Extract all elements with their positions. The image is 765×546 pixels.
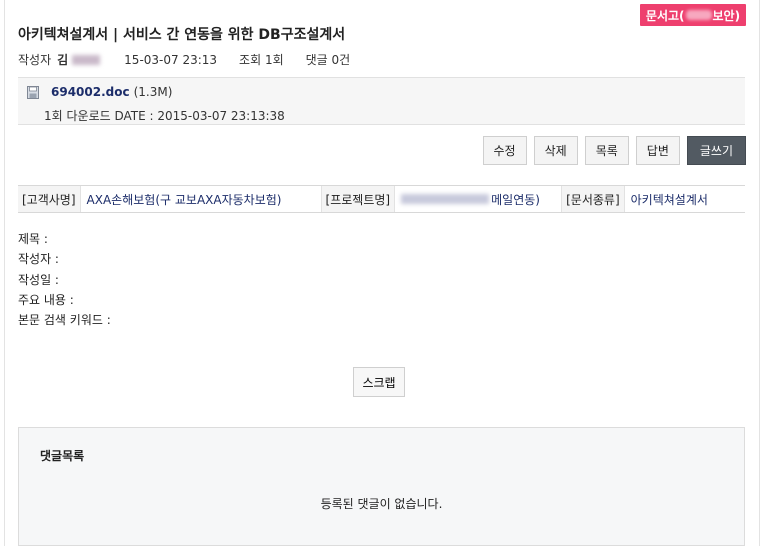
attachment-download-link[interactable]: 694002.doc: [51, 85, 130, 99]
scrap-button[interactable]: 스크랩: [353, 367, 405, 397]
attachment-box: 694002.doc (1.3M) 1회 다운로드 DATE : 2015-03…: [18, 77, 745, 125]
field-writer: 작성자 :: [18, 252, 59, 267]
reply-button[interactable]: 답변: [635, 136, 680, 165]
page-title: 아키텍쳐설계서 | 서비스 간 연동을 위한 DB구조설계서: [18, 27, 346, 43]
field-main-content: 주요 내용 :: [18, 292, 74, 307]
doctype-label: [문서종류]: [561, 186, 625, 212]
customer-label: [고객사명]: [18, 186, 81, 212]
redacted-project: [401, 194, 490, 204]
field-subject: 제목 :: [18, 232, 48, 246]
post-meta: 작성자 김 15-03-07 23:13 조회 1회 댓글 0건: [18, 51, 350, 68]
attachment-file: 694002.doc (1.3M): [27, 85, 172, 99]
edit-button[interactable]: 수정: [482, 136, 527, 165]
floppy-disk-icon: [27, 85, 39, 99]
category-badge[interactable]: 문서고( 보안): [640, 4, 746, 26]
comment-count: 댓글 0건: [305, 53, 351, 67]
comments-panel: 댓글목록 등록된 댓글이 없습니다.: [18, 427, 745, 546]
project-value-suffix: 메일연동): [491, 192, 540, 207]
post-date: 15-03-07 23:13: [124, 52, 218, 67]
project-label: [프로젝트명]: [320, 186, 396, 212]
document-fields: 제목 : 작성자 : 작성일 : 주요 내용 : 본문 검색 키워드 :: [18, 229, 111, 330]
comments-empty-message: 등록된 댓글이 없습니다.: [320, 497, 443, 511]
document-info-bar: [고객사명] AXA손해보험(구 교보AXA자동차보험) [프로젝트명] 메일연…: [18, 185, 745, 213]
author-name: 김: [57, 53, 69, 67]
view-count: 조회 1회: [239, 53, 284, 67]
doctype-value: 아키텍쳐설계서: [630, 192, 708, 207]
delete-button[interactable]: 삭제: [533, 136, 578, 165]
redacted-text: [685, 10, 712, 20]
field-keywords: 본문 검색 키워드 :: [18, 313, 111, 328]
attachment-size: (1.3M): [133, 85, 173, 99]
write-button[interactable]: 글쓰기: [686, 136, 746, 165]
redacted-author: [72, 54, 101, 65]
customer-value: AXA손해보험(구 교보AXA자동차보험): [86, 192, 282, 207]
badge-suffix: 보안): [712, 8, 741, 23]
badge-prefix: 문서고(: [645, 8, 685, 23]
action-toolbar: 수정 삭제 목록 답변 글쓰기: [482, 136, 746, 165]
download-info: 1회 다운로드 DATE : 2015-03-07 23:13:38: [44, 109, 285, 123]
author-label: 작성자: [18, 53, 52, 67]
field-date: 작성일 :: [18, 272, 59, 287]
comments-heading: 댓글목록: [40, 449, 85, 463]
list-button[interactable]: 목록: [584, 136, 629, 165]
project-value: 메일연동): [395, 186, 561, 212]
